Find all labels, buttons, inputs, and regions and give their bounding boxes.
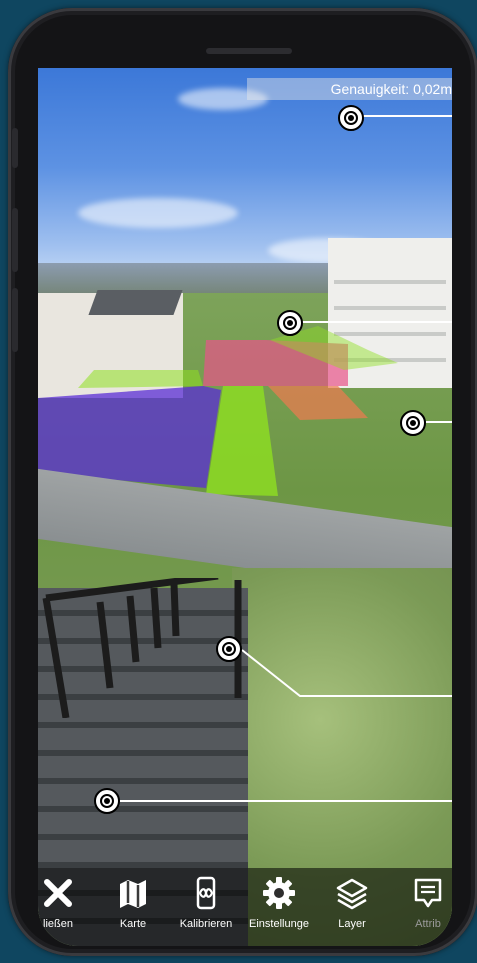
volume-down-button — [12, 288, 18, 352]
close-button[interactable]: ließen — [38, 876, 96, 930]
ar-marker[interactable] — [277, 310, 303, 336]
close-label: ließen — [43, 918, 73, 930]
calibrate-button[interactable]: Kalibrieren — [168, 876, 244, 930]
comment-icon — [414, 878, 442, 908]
map-button[interactable]: Karte — [95, 876, 171, 930]
map-icon — [120, 880, 146, 908]
volume-up-button — [12, 208, 18, 272]
layers-icon — [336, 878, 368, 910]
ar-marker[interactable] — [216, 636, 242, 662]
attributes-label: Attrib — [415, 918, 441, 930]
mute-switch — [12, 128, 18, 168]
ar-camera-view[interactable]: Genauigkeit: 0,02m ließen Karte Kalibrie… — [38, 68, 452, 946]
map-label: Karte — [119, 918, 147, 930]
segmentation-overlay — [38, 326, 398, 496]
overlay-orange-area — [268, 386, 368, 420]
layer-label: Layer — [338, 918, 366, 930]
settings-label: Einstellunge — [249, 918, 309, 930]
close-icon — [44, 879, 72, 907]
layer-button[interactable]: Layer — [314, 876, 390, 930]
attributes-button[interactable]: Attrib — [390, 876, 452, 930]
ar-marker[interactable] — [94, 788, 120, 814]
calibrate-phone-icon — [196, 876, 216, 910]
overlay-green-strip — [78, 370, 203, 388]
bottom-toolbar: ließen Karte Kalibrieren Einstellunge La… — [38, 868, 452, 946]
calibrate-label: Kalibrieren — [179, 918, 233, 930]
ar-marker[interactable] — [338, 105, 364, 131]
settings-button[interactable]: Einstellunge — [241, 876, 317, 930]
accuracy-readout: Genauigkeit: 0,02m — [247, 78, 452, 100]
gear-icon — [263, 877, 295, 909]
earpiece-speaker — [206, 48, 292, 54]
ar-marker[interactable] — [400, 410, 426, 436]
